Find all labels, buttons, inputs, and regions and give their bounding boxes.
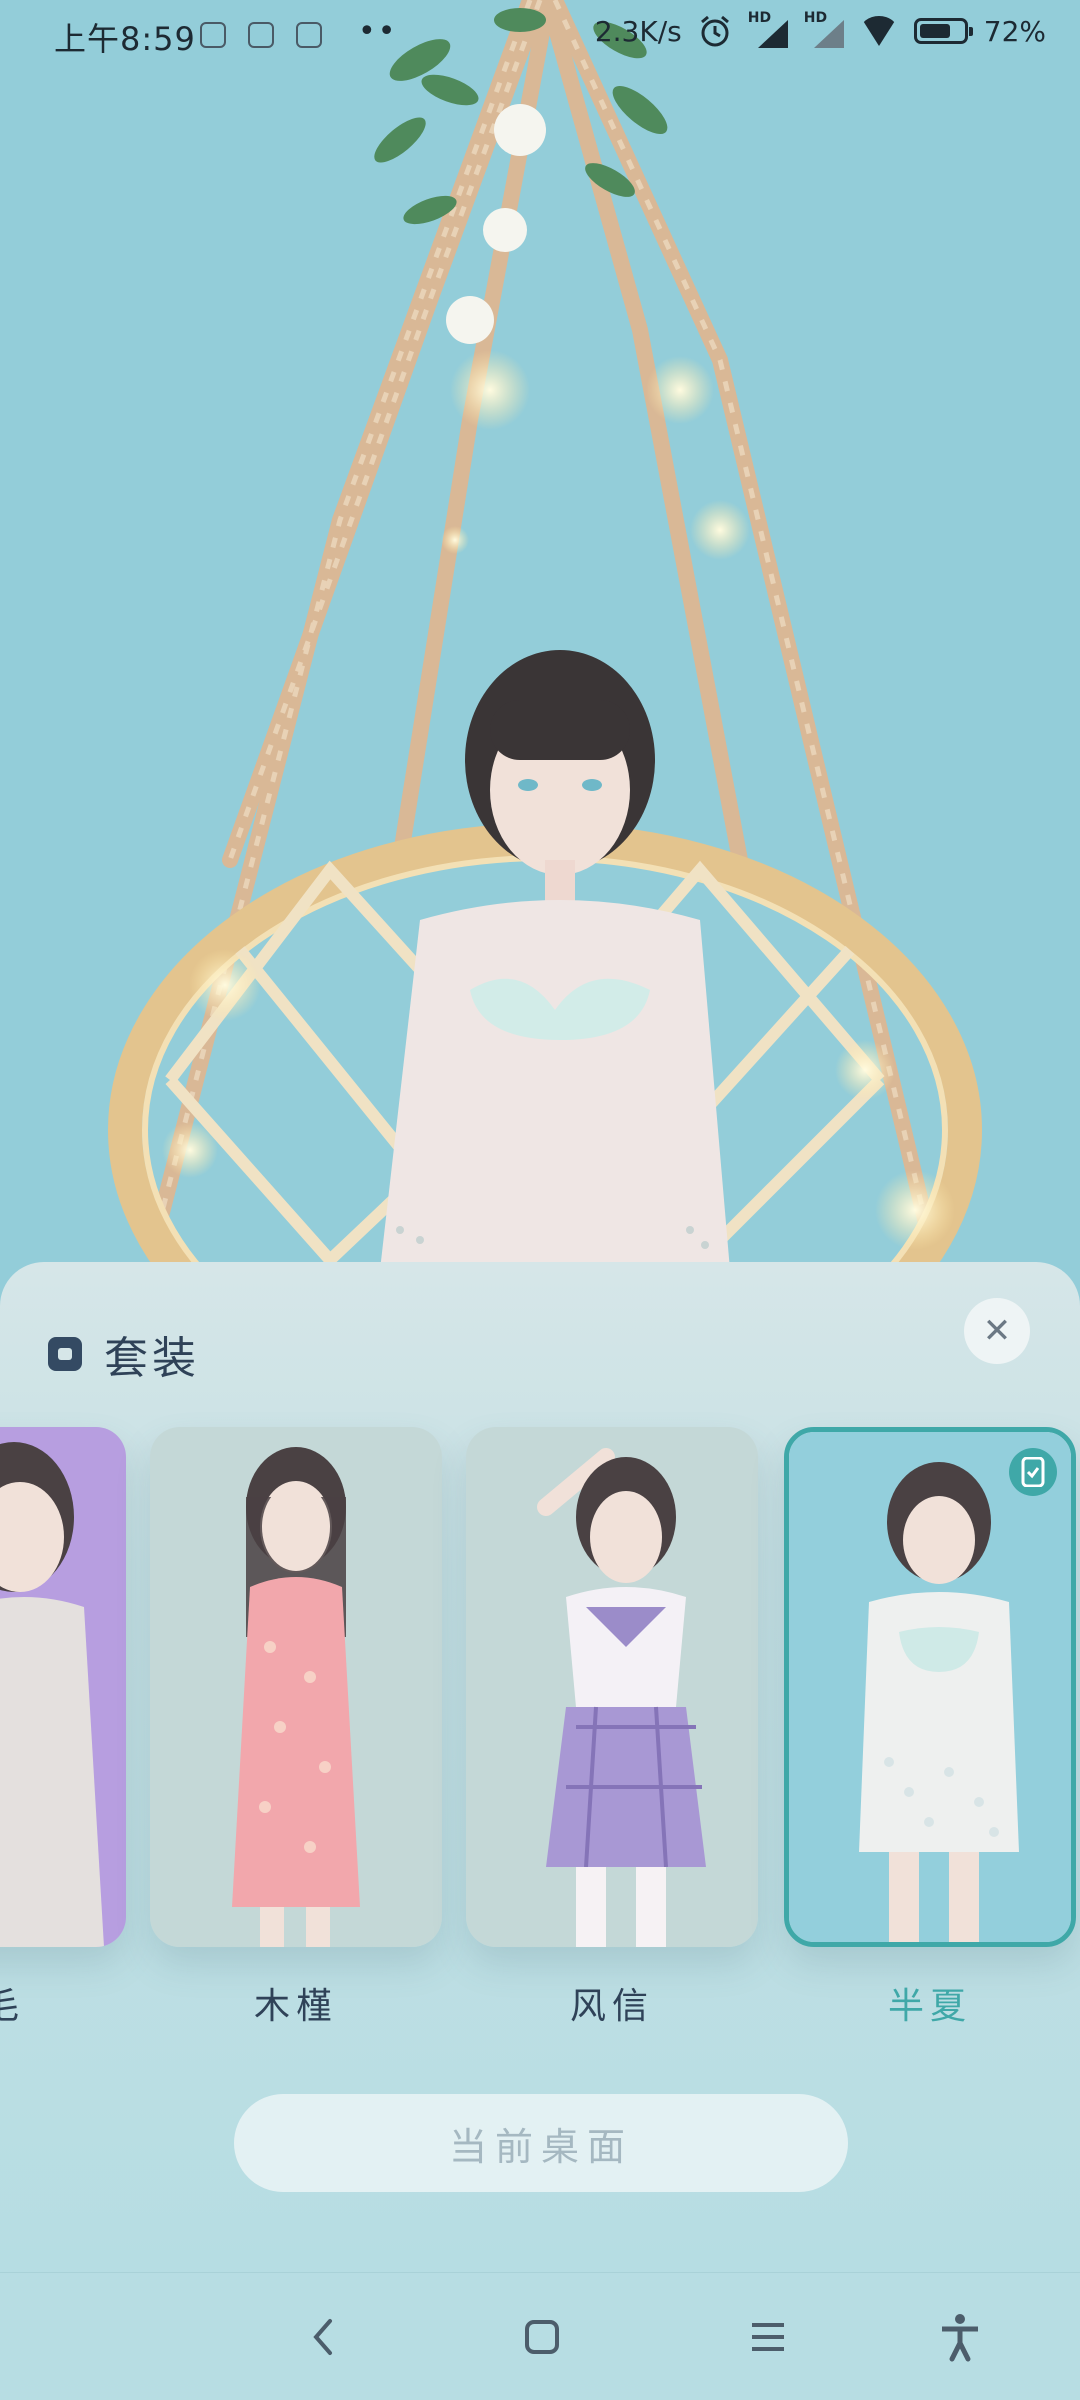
status-time: 上午8:59 xyxy=(54,20,196,58)
menu-icon[interactable] xyxy=(740,2309,796,2365)
current-desktop-button[interactable]: 当前桌面 xyxy=(234,2094,848,2192)
notification-icon xyxy=(296,22,322,48)
battery-icon xyxy=(913,18,973,44)
battery-fill xyxy=(919,24,950,38)
status-bar: 上午8:59 •• 2.3K/s HD HD 72% xyxy=(0,0,1080,72)
outfit-carousel[interactable]: 毛 木槿 风信 半夏 xyxy=(0,1427,1080,2027)
outfit-thumbnail xyxy=(466,1427,758,1947)
outfit-card[interactable] xyxy=(0,1427,126,1947)
wifi-icon xyxy=(859,16,898,46)
accessibility-icon[interactable] xyxy=(932,2309,988,2365)
outfit-thumbnail xyxy=(0,1427,126,1947)
network-speed: 2.3K/s xyxy=(594,14,682,48)
close-button[interactable]: ✕ xyxy=(964,1298,1030,1364)
outfit-label: 木槿 xyxy=(253,1986,338,2027)
notification-icons xyxy=(200,22,322,48)
notification-icon xyxy=(248,22,274,48)
outfit-thumbnail xyxy=(150,1427,442,1947)
outfit-label: 毛 xyxy=(0,1986,25,2027)
current-wallpaper-badge-icon xyxy=(1009,1448,1057,1496)
notification-icon xyxy=(200,22,226,48)
signal-icon: HD xyxy=(748,10,788,48)
home-icon[interactable] xyxy=(514,2309,570,2365)
back-icon[interactable] xyxy=(296,2309,352,2365)
screen: 上午8:59 •• 2.3K/s HD HD 72% 套装 ✕ 毛 木槿 风信 … xyxy=(0,0,1080,2400)
outfit-panel: 套装 ✕ 毛 木槿 风信 半夏 当前桌面 xyxy=(0,1262,1080,2274)
outfit-label-selected: 半夏 xyxy=(887,1986,972,2027)
close-icon: ✕ xyxy=(982,1311,1012,1351)
more-notifications-icon: •• xyxy=(358,14,398,49)
navigation-bar xyxy=(0,2272,1080,2400)
outfit-card-selected[interactable] xyxy=(784,1427,1076,1947)
outfit-thumbnail xyxy=(789,1432,1071,1942)
signal-icon: HD xyxy=(804,10,844,48)
outfit-card[interactable] xyxy=(150,1427,442,1947)
battery-percent: 72% xyxy=(983,14,1046,48)
status-right: 2.3K/s HD HD 72% xyxy=(594,10,1046,48)
panel-title: 套装 xyxy=(104,1333,200,1384)
wallpaper-scene xyxy=(108,0,982,1270)
outfit-icon xyxy=(48,1337,82,1371)
alarm-icon xyxy=(700,15,729,47)
panel-header: 套装 xyxy=(48,1322,200,1386)
outfit-card[interactable] xyxy=(466,1427,758,1947)
outfit-label: 风信 xyxy=(569,1986,654,2027)
